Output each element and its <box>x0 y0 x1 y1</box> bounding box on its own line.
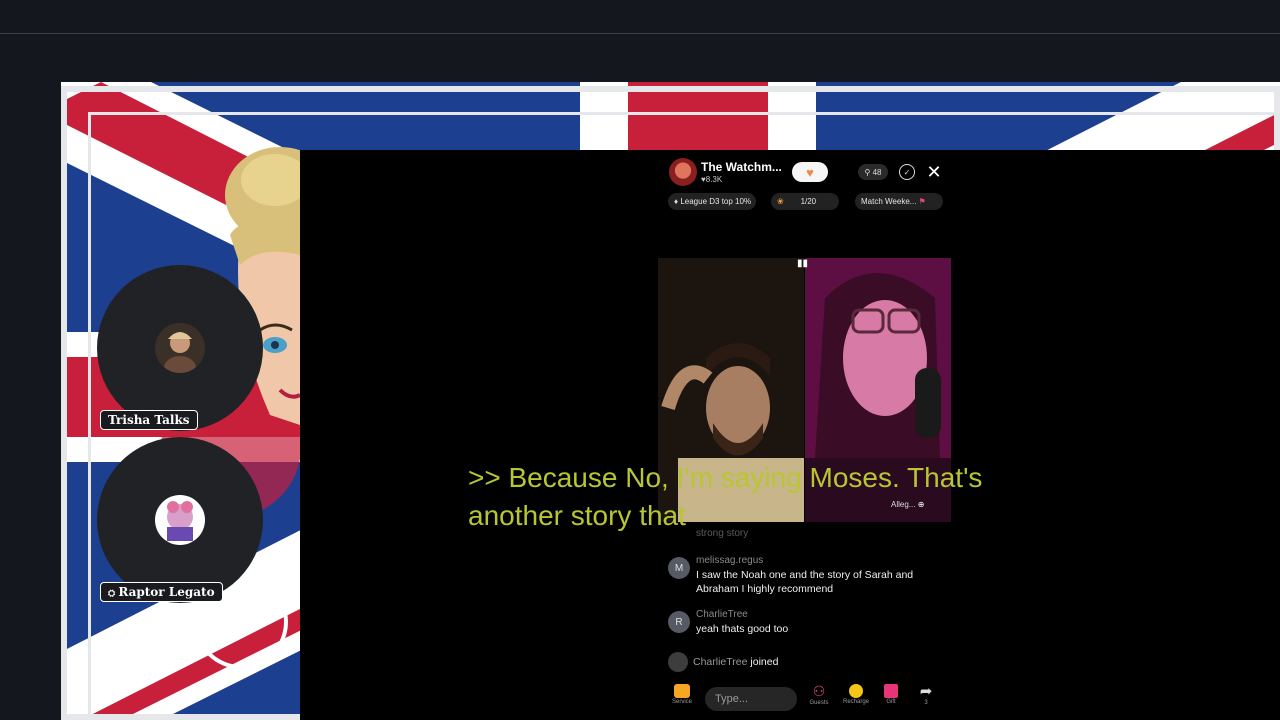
close-icon[interactable]: ✕ <box>925 162 943 182</box>
host-avatar[interactable] <box>669 158 697 186</box>
chat-text: yeah thats good too <box>696 623 789 635</box>
join-avatar <box>668 652 688 672</box>
share-icon: ➦ <box>919 683 933 700</box>
guest-avatar-2[interactable] <box>97 437 263 603</box>
chat-username[interactable]: melissag.regus <box>696 555 763 566</box>
join-notice: CharlieTree joined <box>668 652 778 672</box>
chat-text: I saw the Noah one and the story of Sara… <box>696 569 914 595</box>
chat-username[interactable]: CharlieTree <box>696 609 748 620</box>
audio-icon: ▮▮ <box>797 258 809 269</box>
gift-button[interactable]: Gift <box>876 684 906 705</box>
recharge-button[interactable]: Recharge <box>841 684 871 705</box>
host-likes: ♥8.3K <box>701 175 723 184</box>
league-badge[interactable]: ♦ League D3 top 10% <box>668 193 756 210</box>
coin-icon <box>849 684 863 698</box>
guests-button[interactable]: ⚇ Guests <box>804 683 834 707</box>
match-badge[interactable]: Match Weeke... ⚑ <box>855 193 943 210</box>
guest-photo <box>155 495 205 545</box>
gift-icon <box>884 684 898 698</box>
guest-label-1: Trisha Talks <box>100 410 198 430</box>
person-icon: ⚲ <box>864 167 871 177</box>
window-top-bar <box>0 0 1280 34</box>
chat-avatar[interactable]: R <box>668 611 690 633</box>
chat-avatar[interactable]: M <box>668 557 690 579</box>
follow-button[interactable]: ♥ <box>792 162 828 182</box>
chat-faded-line: strong story <box>696 528 749 539</box>
guests-icon: ⚇ <box>812 683 826 699</box>
service-icon <box>674 684 690 698</box>
heart-icon: ♥ <box>806 164 814 180</box>
diamond-icon: ♦ <box>674 197 679 206</box>
minimize-icon[interactable]: ✓ <box>899 164 915 180</box>
live-caption: >> Because No, I'm saying Moses. That's … <box>468 462 983 531</box>
host-name[interactable]: The Watchm... <box>701 160 782 174</box>
share-button[interactable]: ➦ 3 <box>911 684 941 706</box>
chat-input[interactable]: Type... <box>705 687 797 711</box>
service-button[interactable]: Service <box>667 684 697 705</box>
viewer-count[interactable]: ⚲ 48 <box>858 164 888 180</box>
guest-label-2: ⛭ Raptor Legato <box>100 582 223 602</box>
flag-icon: ⚑ <box>918 197 926 206</box>
guest-avatar-1[interactable] <box>97 265 263 431</box>
user-icon: ⛭ <box>108 589 119 599</box>
guest-photo <box>155 323 205 373</box>
gift-icon: ❀ <box>777 197 784 206</box>
gift-goal-badge[interactable]: ❀ 1/20 <box>771 193 839 210</box>
